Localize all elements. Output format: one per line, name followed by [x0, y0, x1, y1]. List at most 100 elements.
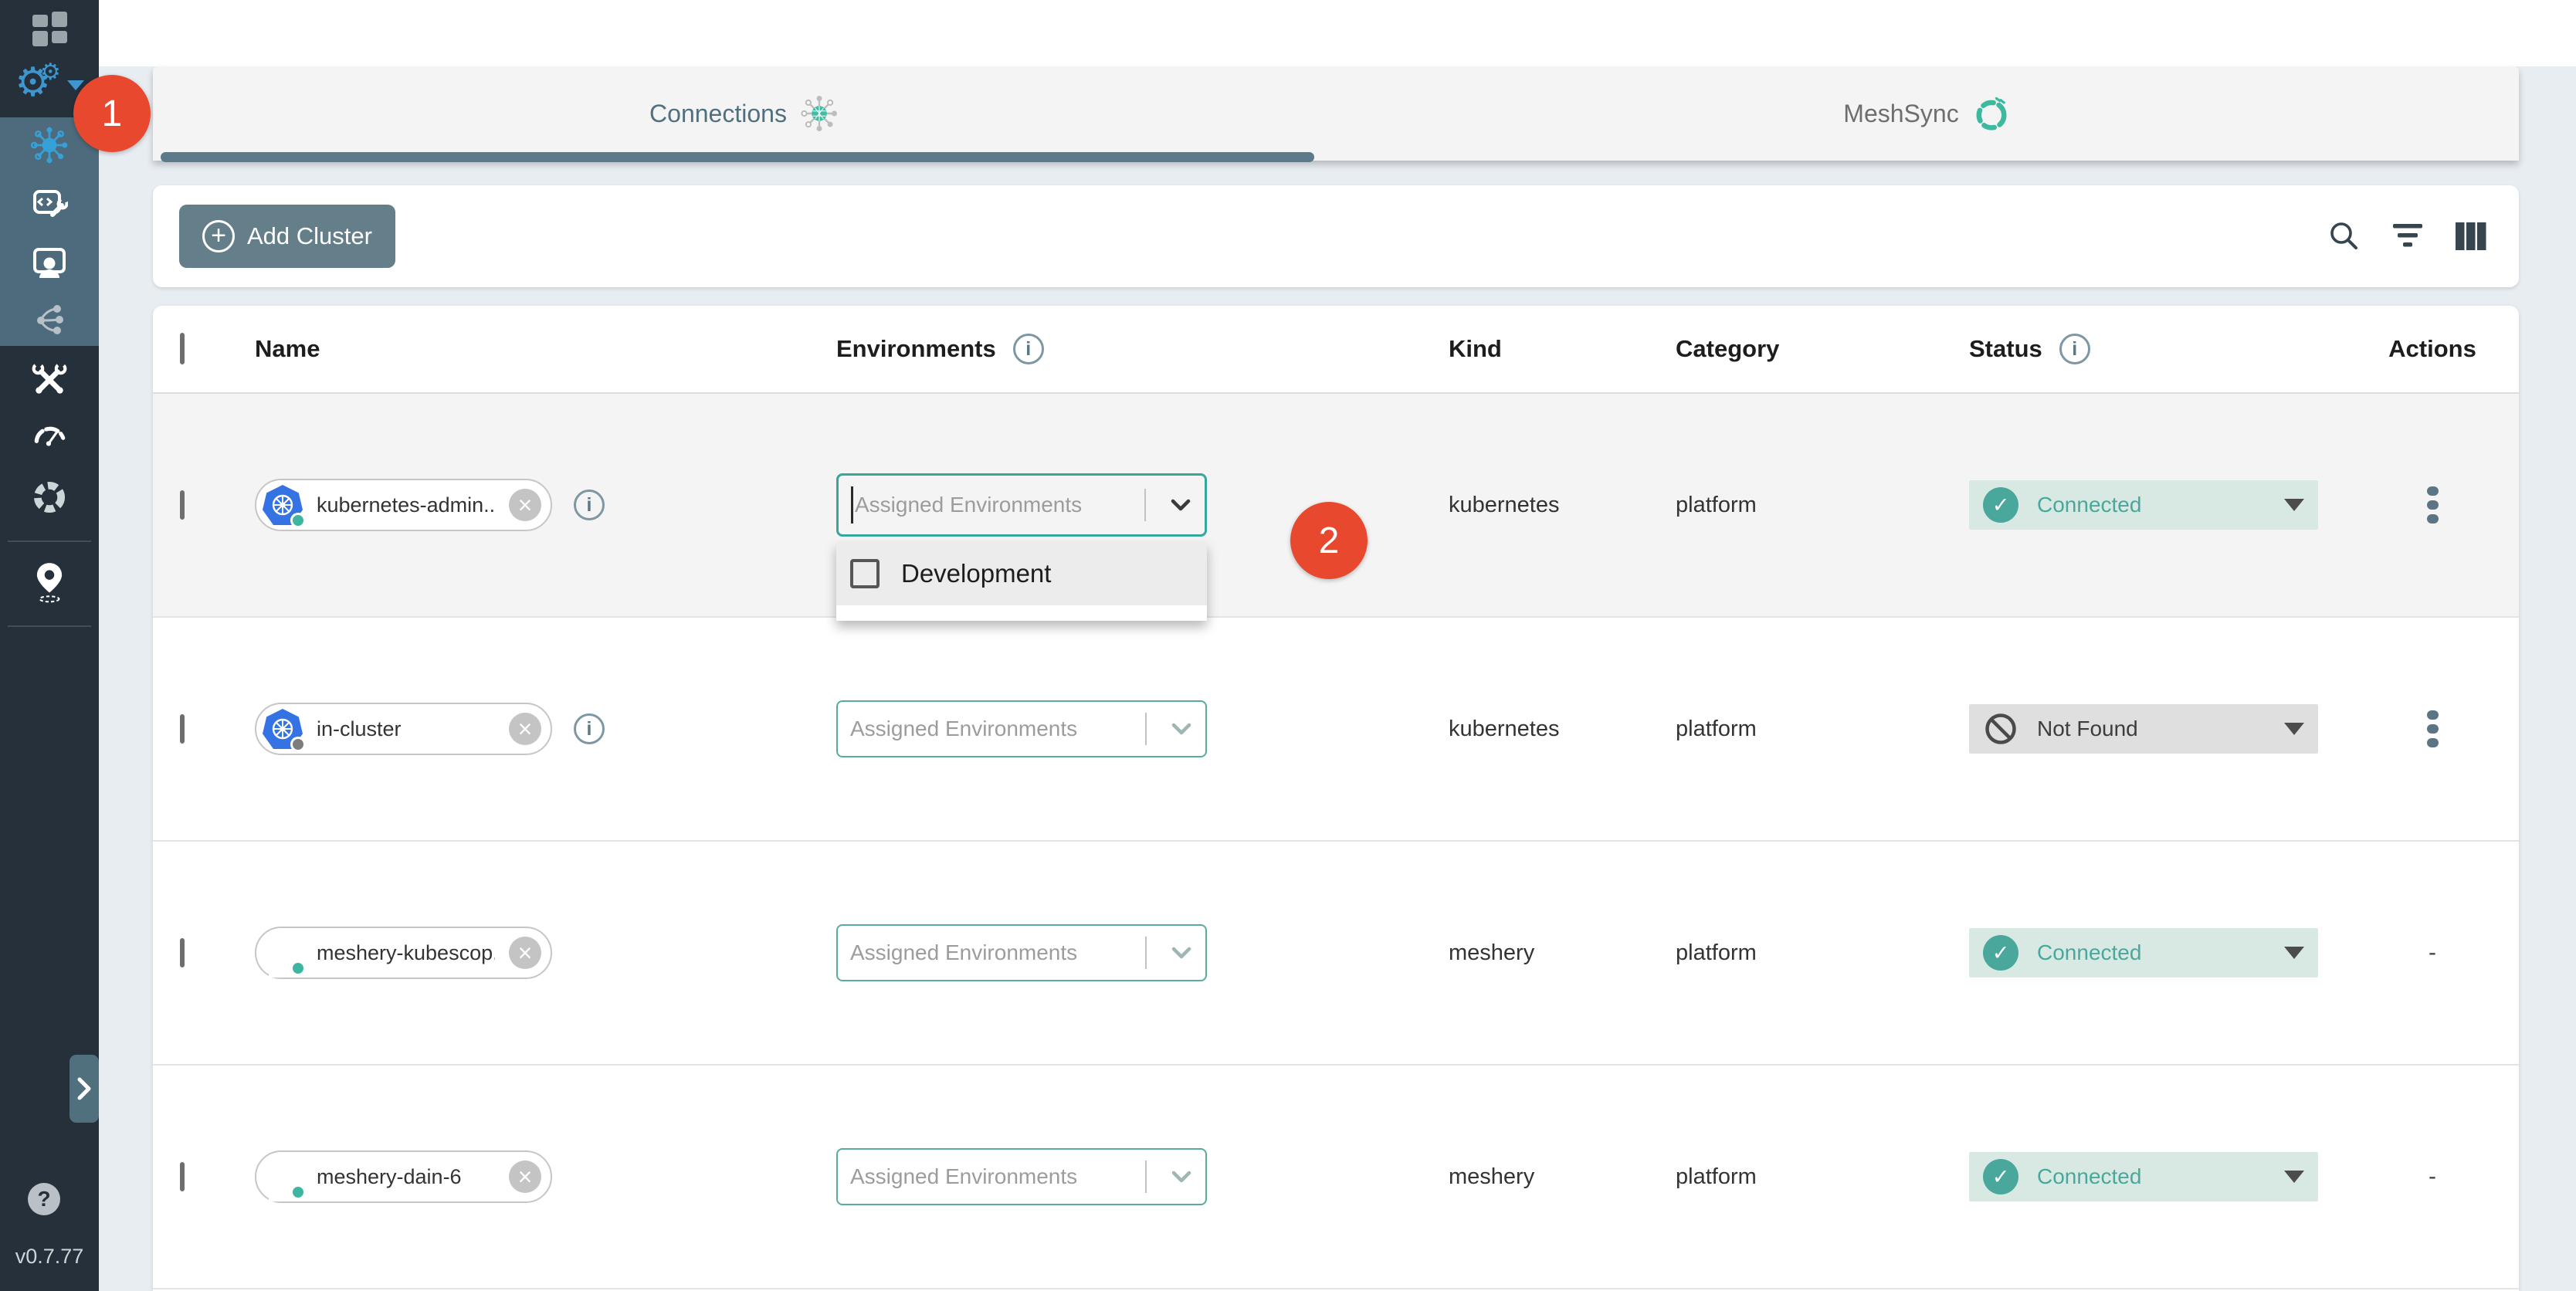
chevron-down-icon[interactable] — [1158, 720, 1205, 738]
row-actions-menu-icon[interactable] — [2421, 480, 2445, 530]
active-tab-indicator — [161, 152, 1314, 162]
kind-value: meshery — [1449, 940, 1534, 965]
table-row: meshery-kubescop... × Assigned Environme… — [153, 842, 2519, 1066]
tab-strip: Connections MeshSync — [153, 66, 2519, 161]
environments-select[interactable]: Assigned Environments — [836, 1148, 1207, 1205]
category-value: platform — [1676, 1164, 1757, 1189]
column-header-category: Category — [1676, 335, 1779, 363]
connection-name: meshery-kubescop... — [317, 941, 495, 965]
environments-select[interactable]: Assigned Environments — [836, 924, 1207, 981]
sidebar-expand-chevron[interactable] — [69, 1055, 99, 1123]
tab-meshsync-label: MeshSync — [1843, 100, 1958, 128]
connection-chip[interactable]: meshery-kubescop... × — [255, 927, 552, 979]
dashboard-grid-glyph — [32, 12, 67, 46]
kind-value: kubernetes — [1449, 493, 1560, 517]
environments-placeholder: Assigned Environments — [850, 940, 1145, 965]
row-checkbox[interactable] — [180, 714, 185, 744]
connections-mesh-icon — [799, 93, 839, 134]
search-icon[interactable] — [2323, 215, 2366, 258]
row-checkbox[interactable] — [180, 1162, 185, 1191]
column-header-environments: Environments — [836, 335, 996, 363]
kind-value: meshery — [1449, 1164, 1534, 1189]
environments-dropdown-menu: Development — [836, 542, 1207, 621]
category-value: platform — [1676, 940, 1757, 965]
annotation-step-2-badge: 2 — [1290, 502, 1368, 579]
design-playground-icon[interactable] — [0, 184, 99, 224]
row-checkbox[interactable] — [180, 938, 185, 967]
connections-table: Name Environments i Kind Category Status… — [153, 306, 2519, 1291]
connection-status-dot — [290, 513, 306, 528]
caret-down-icon — [2284, 1171, 2304, 1183]
select-all-checkbox[interactable] — [180, 333, 185, 364]
connection-chip[interactable]: kubernetes-admin... × — [255, 479, 552, 531]
filter-icon[interactable] — [2386, 215, 2429, 258]
environments-info-icon[interactable]: i — [1013, 334, 1044, 364]
remove-connection-icon[interactable]: × — [509, 937, 541, 969]
environments-placeholder: Assigned Environments — [850, 717, 1145, 741]
location-pin-icon[interactable] — [0, 561, 99, 604]
connection-chip[interactable]: meshery-dain-6 × — [255, 1150, 552, 1203]
extensions-helm-icon[interactable] — [0, 476, 99, 519]
dashboard-grid-icon[interactable] — [0, 9, 99, 48]
help-icon[interactable]: ? — [28, 1183, 60, 1215]
kubernetes-logo-icon — [263, 709, 303, 749]
sidebar: ⚙⚙ — [0, 0, 99, 1291]
sidebar-divider — [8, 540, 91, 542]
option-checkbox[interactable] — [850, 559, 880, 588]
connection-status-dot — [290, 1184, 306, 1200]
avatar-icon — [263, 933, 303, 973]
row-actions-menu-icon[interactable] — [2421, 704, 2445, 754]
table-row: meshery-dain-6 × Assigned Environments m… — [153, 1066, 2519, 1289]
chevron-down-icon[interactable] — [1157, 496, 1205, 514]
status-label: Not Found — [2037, 717, 2284, 741]
category-value: platform — [1676, 493, 1757, 517]
tab-meshsync[interactable]: MeshSync — [1336, 66, 2519, 161]
performance-gauge-icon[interactable] — [0, 414, 99, 454]
no-actions-dash: - — [2429, 940, 2436, 966]
tab-connections[interactable]: Connections — [153, 66, 1336, 161]
add-cluster-label: Add Cluster — [247, 222, 372, 250]
kubernetes-logo-icon — [263, 485, 303, 525]
top-white-bar — [99, 0, 2576, 66]
check-circle-icon: ✓ — [1983, 935, 2018, 971]
connection-name: meshery-dain-6 — [317, 1165, 462, 1189]
plus-circle-icon: + — [202, 220, 235, 252]
toolbar: + Add Cluster — [153, 185, 2519, 287]
pipeline-branch-icon[interactable] — [0, 300, 99, 340]
caret-down-icon — [2284, 723, 2304, 735]
add-cluster-button[interactable]: + Add Cluster — [179, 205, 395, 268]
connection-name: kubernetes-admin... — [317, 493, 495, 517]
annotation-step-1-badge: 1 — [73, 75, 151, 152]
toolkit-wrenches-icon[interactable] — [0, 359, 99, 399]
chevron-down-icon[interactable] — [1158, 1167, 1205, 1186]
caret-down-icon — [2284, 947, 2304, 959]
status-chip-notfound[interactable]: Not Found — [1969, 704, 2318, 754]
meshsync-spinner-icon — [1971, 93, 2012, 134]
connection-name: in-cluster — [317, 717, 402, 741]
status-chip-connected[interactable]: ✓ Connected — [1969, 480, 2318, 530]
avatar-icon — [263, 1157, 303, 1197]
sidebar-divider — [8, 625, 91, 627]
remove-connection-icon[interactable]: × — [509, 1161, 541, 1193]
row-checkbox[interactable] — [180, 490, 185, 520]
environments-select[interactable]: Assigned Environments — [836, 473, 1207, 537]
view-columns-icon[interactable] — [2449, 215, 2493, 258]
connection-info-icon[interactable]: i — [574, 713, 605, 744]
kind-value: kubernetes — [1449, 717, 1560, 741]
environment-option[interactable]: Development — [836, 542, 1207, 605]
app-version: v0.7.77 — [0, 1245, 99, 1269]
remove-connection-icon[interactable]: × — [509, 713, 541, 745]
status-chip-connected[interactable]: ✓ Connected — [1969, 1152, 2318, 1201]
environments-select[interactable]: Assigned Environments — [836, 700, 1207, 757]
status-info-icon[interactable]: i — [2059, 334, 2090, 364]
status-chip-connected[interactable]: ✓ Connected — [1969, 928, 2318, 978]
no-actions-dash: - — [2429, 1164, 2436, 1190]
caret-down-icon — [2284, 499, 2304, 511]
chevron-down-icon[interactable] — [1158, 944, 1205, 962]
connection-chip[interactable]: in-cluster × — [255, 703, 552, 755]
column-header-status: Status — [1969, 335, 2042, 363]
remove-connection-icon[interactable]: × — [509, 489, 541, 521]
prohibited-icon — [1983, 711, 2018, 747]
connection-info-icon[interactable]: i — [574, 490, 605, 520]
remote-screen-icon[interactable] — [0, 242, 99, 283]
